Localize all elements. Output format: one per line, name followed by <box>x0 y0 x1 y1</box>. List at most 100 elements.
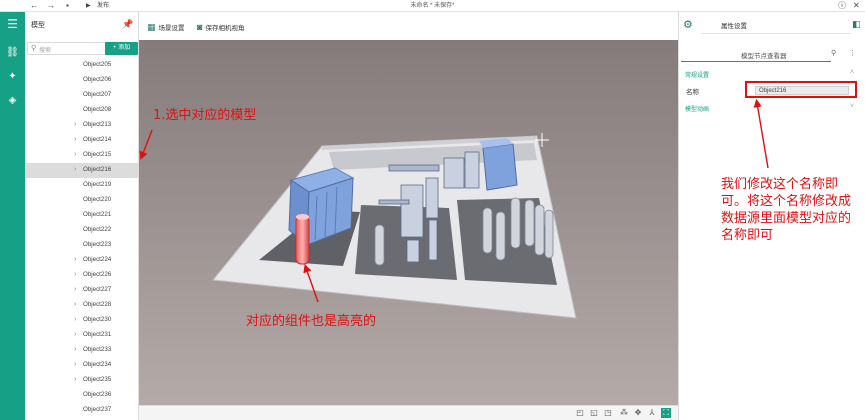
highlight-annotation: 对应的组件也是高亮的 <box>246 314 377 329</box>
effects-icon[interactable]: ✦ <box>4 68 21 85</box>
tree-item[interactable]: › Object233 <box>25 343 138 358</box>
scene-settings-button[interactable]: ▦ 场景设置 <box>147 22 185 33</box>
tree-item[interactable]: › Object215 <box>25 148 138 163</box>
add-model-button[interactable]: + 添加 <box>105 42 138 55</box>
view-back-icon[interactable]: ◱ <box>589 408 599 418</box>
tree-item-label: Object222 <box>83 226 112 233</box>
camera-icon: ◙ <box>197 22 203 32</box>
node-graph-icon[interactable]: ⁂ <box>619 408 629 418</box>
scene-settings-label: 场景设置 <box>158 25 185 32</box>
group-animation-title: 模型动画 <box>685 107 710 113</box>
tree-item-label: Object221 <box>83 211 112 218</box>
viewport-toolbar: ▦ 场景设置 ◙ 保存相机视角 <box>139 12 678 40</box>
tree-item[interactable]: Object205 <box>25 58 138 73</box>
move-icon[interactable]: ✥ <box>633 408 643 418</box>
model-panel-header: 模型 📌 <box>25 12 139 39</box>
name-field-highlight: Object216 <box>745 81 857 98</box>
tree-item-label: Object237 <box>83 406 112 413</box>
left-rail: ☰ ⛓ ✦ ◈ <box>0 12 25 420</box>
3d-viewport[interactable] <box>139 40 678 405</box>
chevron-right-icon[interactable]: › <box>74 136 76 143</box>
chevron-right-icon[interactable]: › <box>74 346 76 353</box>
node-viewer-header: 模型节点查看器 ⚲ ⋮ <box>679 48 865 60</box>
name-field[interactable]: Object216 <box>755 86 849 95</box>
tree-item-label: Object207 <box>83 91 112 98</box>
tree-item[interactable]: Object222 <box>25 223 138 238</box>
property-panel: ⚙ 属性设置 ◧ 模型节点查看器 ⚲ ⋮ 常规设置 ˄ 名称 Object216… <box>678 12 865 420</box>
tree-item-label: Object233 <box>83 346 112 353</box>
tree-item[interactable]: › Object228 <box>25 298 138 313</box>
tab-underline <box>681 61 831 62</box>
search-icon[interactable]: ⚲ <box>831 49 836 57</box>
chevron-right-icon[interactable]: › <box>74 331 76 338</box>
search-placeholder: 搜索 <box>39 48 52 54</box>
more-icon[interactable]: ⋮ <box>849 49 856 57</box>
tree-item[interactable]: › Object235 <box>25 373 138 388</box>
tree-item-label: Object215 <box>83 151 112 158</box>
tree-item[interactable]: Object208 <box>25 103 138 118</box>
layers-icon[interactable]: ◈ <box>4 92 21 109</box>
tree-item-label: Object227 <box>83 286 112 293</box>
chevron-right-icon[interactable]: › <box>74 256 76 263</box>
tree-item[interactable]: › Object226 <box>25 268 138 283</box>
view-side-icon[interactable]: ◳ <box>603 408 613 418</box>
menu-icon[interactable]: ☰ <box>4 16 21 33</box>
tree-item[interactable]: Object219 <box>25 178 138 193</box>
chevron-up-icon: ˄ <box>850 69 855 76</box>
collapse-panel-icon[interactable]: ◧ <box>852 19 861 30</box>
chevron-right-icon[interactable]: › <box>74 286 76 293</box>
view-front-icon[interactable]: ◰ <box>575 408 585 418</box>
tree-item[interactable]: Object220 <box>25 193 138 208</box>
title-bar: ← → ▪ ▶ 发布 未命名 * 未保存* ⓘ ✕ <box>0 0 865 12</box>
tree-item[interactable]: Object237 <box>25 403 138 418</box>
tree-item-label: Object219 <box>83 181 112 188</box>
node-viewer-title: 模型节点查看器 <box>741 53 787 60</box>
pin-icon[interactable]: 📌 <box>122 19 133 30</box>
tree-item[interactable]: Object223 <box>25 238 138 253</box>
chevron-right-icon[interactable]: › <box>74 376 76 383</box>
tree-item[interactable]: › Object224 <box>25 253 138 268</box>
tree-item-label: Object216 <box>83 166 112 173</box>
model-tree-icon[interactable]: ⛓ <box>4 44 21 61</box>
instruction-annotation: 我们修改这个名称即可。将这个名称修改成数据源里面模型对应的名称即可 <box>721 177 852 243</box>
name-label: 名称 <box>686 89 699 96</box>
tree-item-label: Object214 <box>83 136 112 143</box>
tab-property-settings[interactable]: 属性设置 <box>701 20 851 34</box>
axis-icon[interactable]: ⅄ <box>647 408 657 418</box>
tree-item-label: Object208 <box>83 106 112 113</box>
tree-item[interactable]: Object207 <box>25 88 138 103</box>
tree-item-label: Object235 <box>83 376 112 383</box>
tree-item[interactable]: › Object234 <box>25 358 138 373</box>
chevron-right-icon[interactable]: › <box>74 316 76 323</box>
tree-item[interactable]: Object206 <box>25 73 138 88</box>
tree-item-label: Object231 <box>83 331 112 338</box>
tree-item[interactable]: › Object231 <box>25 328 138 343</box>
fit-view-icon[interactable]: ⛶ <box>661 408 671 418</box>
tree-item[interactable]: › Object214 <box>25 133 138 148</box>
chevron-right-icon[interactable]: › <box>74 166 76 173</box>
tree-item[interactable]: › Object227 <box>25 283 138 298</box>
chevron-right-icon[interactable]: › <box>74 121 76 128</box>
tree-item-label: Object205 <box>83 61 112 68</box>
save-camera-button[interactable]: ◙ 保存相机视角 <box>197 22 244 32</box>
chevron-right-icon[interactable]: › <box>74 361 76 368</box>
grid-icon: ▦ <box>147 22 156 32</box>
chevron-right-icon[interactable]: › <box>74 301 76 308</box>
model-panel-title: 模型 <box>31 22 45 29</box>
help-circle-icon[interactable]: ⓘ <box>838 1 846 11</box>
tree-item[interactable]: Object236 <box>25 388 138 403</box>
tree-item-label: Object226 <box>83 271 112 278</box>
group-model-animation[interactable]: 模型动画 ˅ <box>679 103 865 113</box>
save-camera-label: 保存相机视角 <box>205 25 245 32</box>
blue-building <box>482 143 518 191</box>
close-icon[interactable]: ✕ <box>853 1 860 11</box>
tree-item-label: Object236 <box>83 391 112 398</box>
group-general-settings[interactable]: 常规设置 ˄ <box>679 69 865 79</box>
tree-item[interactable]: Object221 <box>25 208 138 223</box>
tree-item[interactable]: › Object216 <box>25 163 138 178</box>
tree-item-label: Object206 <box>83 76 112 83</box>
tree-item[interactable]: › Object230 <box>25 313 138 328</box>
chevron-right-icon[interactable]: › <box>74 151 76 158</box>
tree-item[interactable]: › Object213 <box>25 118 138 133</box>
chevron-right-icon[interactable]: › <box>74 271 76 278</box>
